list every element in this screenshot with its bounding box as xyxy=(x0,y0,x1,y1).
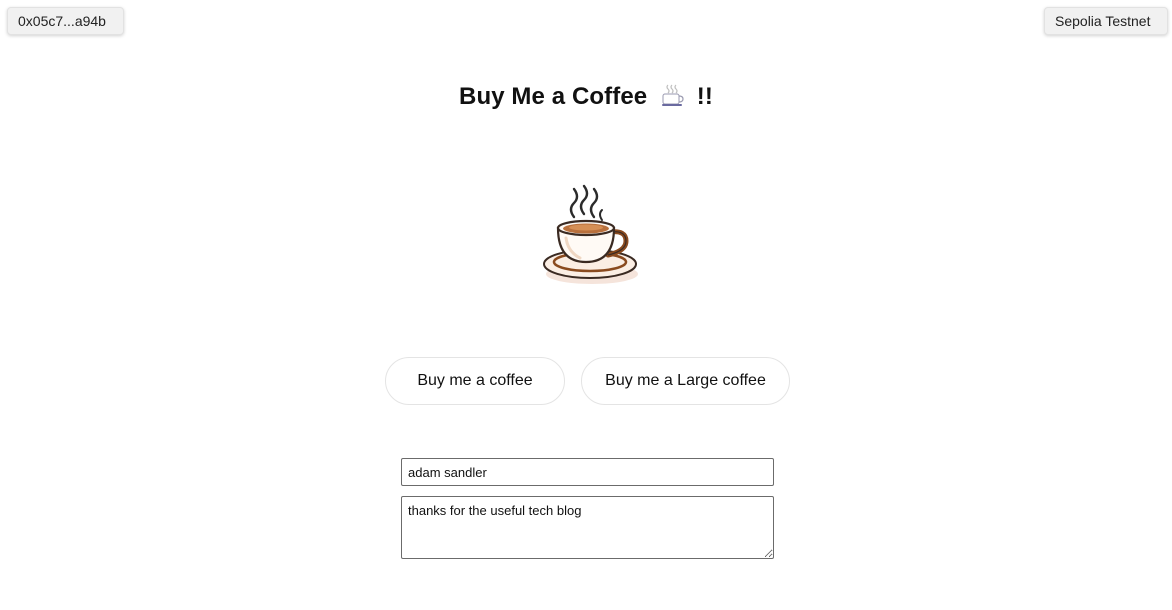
page-title: Buy Me a Coffee !! xyxy=(0,80,1172,117)
buy-large-coffee-button[interactable]: Buy me a Large coffee xyxy=(581,357,790,405)
name-input[interactable] xyxy=(401,458,774,486)
title-text: Buy Me a Coffee xyxy=(459,83,648,110)
wallet-account-button[interactable]: 0x05c7...a94b xyxy=(7,7,124,35)
title-suffix: !! xyxy=(696,83,713,110)
buy-coffee-button[interactable]: Buy me a coffee xyxy=(385,357,565,405)
message-input[interactable]: thanks for the useful tech blog xyxy=(401,496,774,559)
coffee-cup-icon xyxy=(538,182,642,288)
network-selector-button[interactable]: Sepolia Testnet xyxy=(1044,7,1168,35)
page: 0x05c7...a94b Sepolia Testnet Buy Me a C… xyxy=(0,0,1172,610)
hot-beverage-icon xyxy=(660,83,684,117)
